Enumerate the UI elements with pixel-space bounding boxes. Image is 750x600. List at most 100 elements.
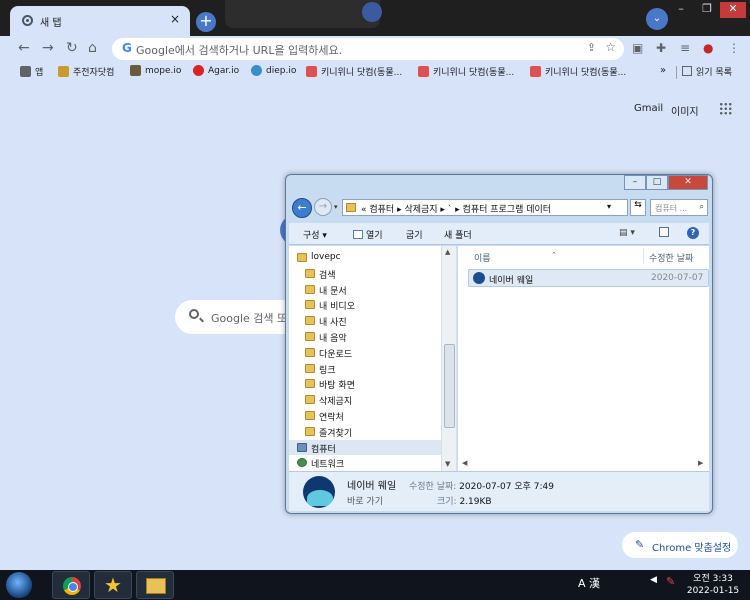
customize-chrome-button[interactable]: ✎ Chrome 맞춤설정 bbox=[622, 532, 738, 558]
folder-icon bbox=[305, 379, 315, 389]
tree-item[interactable]: 링크 bbox=[289, 361, 441, 376]
file-row[interactable]: 네이버 웨일 2020-07-07 bbox=[468, 269, 709, 287]
column-header-name[interactable]: 이름 bbox=[474, 251, 491, 264]
tree-item[interactable]: 즐겨찾기 bbox=[289, 424, 441, 439]
home-icon[interactable]: ⌂ bbox=[88, 40, 97, 56]
tree-item[interactable]: 다운로드 bbox=[289, 345, 441, 360]
bookmark-item[interactable]: 주전자닷컴 bbox=[58, 65, 114, 78]
start-button[interactable] bbox=[6, 572, 32, 598]
taskbar-chrome-button[interactable] bbox=[52, 571, 90, 599]
taskbar-explorer-button[interactable] bbox=[136, 571, 174, 599]
tab-search-icon[interactable]: ⌄ bbox=[646, 8, 668, 30]
extension-1-icon[interactable]: ▣ bbox=[632, 41, 643, 55]
reading-list-button[interactable]: 읽기 목록 bbox=[682, 65, 732, 78]
language-bar[interactable]: A 漢 bbox=[578, 575, 600, 591]
help-icon[interactable]: ? bbox=[687, 227, 699, 239]
tree-item[interactable]: 내 사진 bbox=[289, 313, 441, 328]
tree-item[interactable]: 내 비디오 bbox=[289, 297, 441, 312]
change-view-icon[interactable]: ▤ ▾ bbox=[619, 228, 635, 238]
bookmark-apps[interactable]: 앱 bbox=[20, 65, 43, 78]
back-arrow-icon[interactable]: ← bbox=[18, 40, 30, 56]
bookmark-item[interactable]: 키니위니 닷컴(동물... bbox=[418, 65, 514, 78]
address-dropdown-icon[interactable]: ▾ bbox=[607, 202, 611, 211]
bookmarks-overflow-button[interactable]: » bbox=[660, 65, 666, 76]
google-apps-icon[interactable] bbox=[719, 102, 732, 115]
nav-scrollbar[interactable]: ▲ ▼ bbox=[441, 246, 456, 471]
explorer-close-button[interactable]: ✕ bbox=[668, 175, 708, 190]
scroll-right-arrow-icon[interactable]: ▶ bbox=[698, 459, 703, 467]
browser-toolbar: ← → ↻ ⌂ G Google에서 검색하거나 URL을 입력하세요. ⇪ ☆… bbox=[0, 36, 750, 60]
folder-icon bbox=[305, 316, 315, 326]
open-icon bbox=[353, 230, 363, 239]
profile-avatar-icon[interactable]: ● bbox=[703, 41, 713, 55]
column-header-modified[interactable]: 수정한 날짜 bbox=[649, 251, 693, 264]
address-bar[interactable]: « 컴퓨터 ▸ 삭제금지 ▸ ` ▸ 컴퓨터 프로그램 데이터 ▾ bbox=[342, 199, 628, 216]
reload-icon[interactable]: ↻ bbox=[66, 40, 78, 56]
tab-close-icon[interactable]: × bbox=[170, 12, 180, 26]
omnibox[interactable]: G Google에서 검색하거나 URL을 입력하세요. ⇪ ☆ bbox=[112, 38, 624, 60]
scroll-down-arrow-icon[interactable]: ▼ bbox=[445, 460, 450, 468]
details-pane: 네이버 웨일 바로 가기 수정한 날짜: 2020-07-07 오후 7:49 … bbox=[289, 471, 709, 511]
bookmark-item[interactable]: mope.io bbox=[130, 65, 181, 76]
explorer-maximize-button[interactable]: □ bbox=[646, 175, 668, 190]
forward-arrow-icon[interactable]: → bbox=[314, 198, 332, 216]
forward-arrow-icon[interactable]: → bbox=[42, 40, 54, 56]
bookmark-item[interactable]: Agar.io bbox=[193, 65, 239, 76]
tree-item[interactable]: 내 문서 bbox=[289, 282, 441, 297]
site-favicon-icon bbox=[530, 66, 541, 77]
refresh-icon[interactable]: ⇆ bbox=[630, 199, 646, 216]
tab-title: 새 탭 bbox=[40, 18, 62, 29]
file-name: 네이버 웨일 bbox=[489, 276, 534, 286]
tree-item[interactable]: 네트워크 bbox=[289, 455, 441, 470]
share-icon[interactable]: ⇪ bbox=[587, 41, 596, 54]
history-dropdown-icon[interactable]: ▾ bbox=[334, 203, 338, 211]
close-window-button[interactable]: ✕ bbox=[720, 2, 746, 18]
clock-time: 오전 3:33 bbox=[693, 574, 733, 584]
scroll-left-arrow-icon[interactable]: ◀ bbox=[462, 459, 467, 467]
tab-new-tab[interactable]: 새 탭 × bbox=[10, 6, 190, 36]
naver-whale-icon bbox=[473, 272, 485, 284]
explorer-window-controls: – □ ✕ bbox=[624, 175, 708, 190]
folder-icon bbox=[305, 347, 315, 357]
tree-item[interactable]: 바탕 화면 bbox=[289, 376, 441, 391]
open-button[interactable]: 열기 bbox=[353, 228, 383, 241]
folder-icon bbox=[305, 363, 315, 373]
back-arrow-icon[interactable]: ← bbox=[292, 198, 312, 218]
tray-app-icon[interactable]: ✎ bbox=[666, 575, 675, 588]
background-window-tabs bbox=[225, 0, 380, 28]
organize-button[interactable]: 구성 ▾ bbox=[303, 228, 327, 241]
new-tab-button[interactable]: + bbox=[196, 12, 216, 32]
extensions-puzzle-icon[interactable]: ✚ bbox=[656, 41, 666, 55]
tree-item[interactable]: lovepc bbox=[289, 250, 441, 265]
chrome-menu-icon[interactable]: ⋮ bbox=[728, 41, 740, 55]
column-separator[interactable] bbox=[643, 248, 644, 264]
details-modified-label: 수정한 날짜: bbox=[409, 482, 457, 492]
explorer-minimize-button[interactable]: – bbox=[624, 175, 646, 190]
sort-indicator-icon: ⌃ bbox=[551, 251, 557, 259]
gmail-link[interactable]: Gmail bbox=[634, 103, 663, 114]
tray-expand-icon[interactable]: ◀ bbox=[650, 575, 657, 585]
maximize-button[interactable]: ❐ bbox=[694, 2, 720, 18]
tree-item[interactable]: 삭제금지 bbox=[289, 392, 441, 407]
scroll-up-arrow-icon[interactable]: ▲ bbox=[445, 248, 450, 256]
new-folder-button[interactable]: 새 폴더 bbox=[444, 228, 472, 241]
tree-item[interactable]: 검색 bbox=[289, 266, 441, 281]
scroll-thumb[interactable] bbox=[444, 344, 455, 428]
system-clock[interactable]: 오전 3:33 2022-01-15 bbox=[686, 573, 740, 597]
minimize-button[interactable]: – bbox=[668, 2, 694, 18]
bookmark-item[interactable]: 키니위니 닷컴(동물... bbox=[530, 65, 626, 78]
media-controls-icon[interactable]: ≡ bbox=[680, 41, 690, 55]
images-link[interactable]: 이미지 bbox=[671, 103, 699, 118]
burn-button[interactable]: 굽기 bbox=[406, 228, 423, 241]
bookmark-star-icon[interactable]: ☆ bbox=[605, 40, 616, 54]
taskbar-star-app-button[interactable]: ★ bbox=[94, 571, 132, 599]
tree-item[interactable]: 연락처 bbox=[289, 408, 441, 423]
preview-pane-icon[interactable] bbox=[659, 227, 669, 237]
bookmark-item[interactable]: 키니위니 닷컴(동물... bbox=[306, 65, 402, 78]
bookmark-item[interactable]: diep.io bbox=[251, 65, 296, 76]
chrome-favicon-icon bbox=[22, 15, 33, 26]
window-controls: – ❐ ✕ bbox=[668, 2, 746, 18]
tree-item[interactable]: 내 음악 bbox=[289, 329, 441, 344]
explorer-search-input[interactable]: 컴퓨터 ... ⌕ bbox=[650, 199, 708, 216]
tree-item[interactable]: 컴퓨터 bbox=[289, 439, 441, 455]
